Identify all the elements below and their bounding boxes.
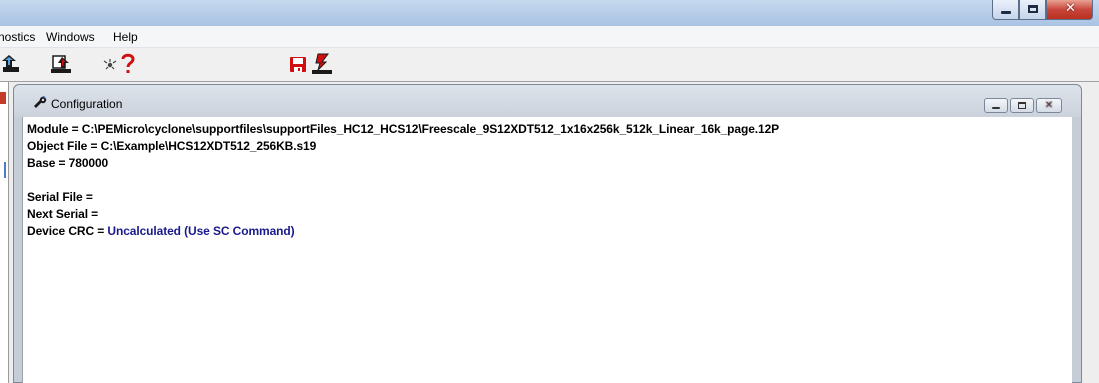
help-button[interactable] xyxy=(119,52,137,76)
close-icon: ✕ xyxy=(1044,100,1054,111)
object-file-line: Object File = C:\Example\HCS12XDT512_256… xyxy=(27,139,316,153)
maximize-icon xyxy=(1018,102,1026,109)
child-close-button[interactable]: ✕ xyxy=(1036,98,1062,113)
menu-item-diagnostics[interactable]: nostics xyxy=(0,30,35,44)
minimize-icon xyxy=(1001,11,1011,14)
help-icon xyxy=(121,53,135,73)
configuration-window-title: Configuration xyxy=(51,97,123,111)
app-title-bar: ✕ xyxy=(0,0,1099,26)
object-file-value: C:\Example\HCS12XDT512_256KB.s19 xyxy=(100,139,317,153)
program-icon xyxy=(312,53,332,74)
base-label: Base = xyxy=(27,156,69,170)
program-button[interactable] xyxy=(309,52,335,76)
close-icon: ✕ xyxy=(1065,1,1076,16)
menu-item-help[interactable]: Help xyxy=(113,30,138,44)
object-file-label: Object File = xyxy=(27,139,101,153)
toolbar xyxy=(0,48,1099,82)
device-crc-line: Device CRC = Uncalculated (Use SC Comman… xyxy=(27,224,295,238)
device-crc-value: Uncalculated (Use SC Command) xyxy=(107,224,295,238)
save-icon xyxy=(290,57,306,72)
minimize-icon xyxy=(992,107,1000,109)
next-serial-line: Next Serial = xyxy=(27,207,98,221)
open-image-button[interactable] xyxy=(46,52,76,76)
child-minimize-button[interactable] xyxy=(984,98,1008,113)
eye-icon xyxy=(103,59,117,70)
menu-item-windows[interactable]: Windows xyxy=(46,30,95,44)
serial-file-line: Serial File = xyxy=(27,190,93,204)
close-button[interactable]: ✕ xyxy=(1046,0,1093,20)
base-value: 780000 xyxy=(68,156,109,170)
configuration-content: Module = C:\PEMicro\cyclone\supportfiles… xyxy=(22,117,1072,383)
save-button[interactable] xyxy=(287,52,309,76)
maximize-icon xyxy=(1028,5,1038,13)
nav-icon xyxy=(2,55,19,72)
background-window-icon xyxy=(0,92,6,104)
base-line: Base = 780000 xyxy=(27,156,108,170)
minimize-button[interactable] xyxy=(992,0,1019,20)
configuration-title-bar[interactable]: Configuration ✕ xyxy=(14,85,1081,117)
view-button[interactable] xyxy=(100,52,120,76)
maximize-button[interactable] xyxy=(1019,0,1046,20)
menu-bar: nostics Windows Help xyxy=(0,26,1099,48)
configuration-icon xyxy=(32,95,48,115)
next-serial-label: Next Serial = xyxy=(27,207,99,221)
module-line: Module = C:\PEMicro\cyclone\supportfiles… xyxy=(27,122,779,136)
child-maximize-button[interactable] xyxy=(1010,98,1034,113)
configuration-window: Configuration ✕ Module = C:\PEMicro\cycl… xyxy=(13,84,1082,383)
device-crc-label: Device CRC = xyxy=(27,224,108,238)
module-value: C:\PEMicro\cyclone\supportfiles\supportF… xyxy=(81,122,780,136)
module-label: Module = xyxy=(27,122,82,136)
nav-button[interactable] xyxy=(0,52,24,76)
background-window-marker xyxy=(4,162,6,178)
mdi-area: Configuration ✕ Module = C:\PEMicro\cycl… xyxy=(0,82,1099,383)
open-image-icon xyxy=(51,55,71,73)
background-window-edge xyxy=(0,82,9,383)
serial-file-label: Serial File = xyxy=(27,190,93,204)
